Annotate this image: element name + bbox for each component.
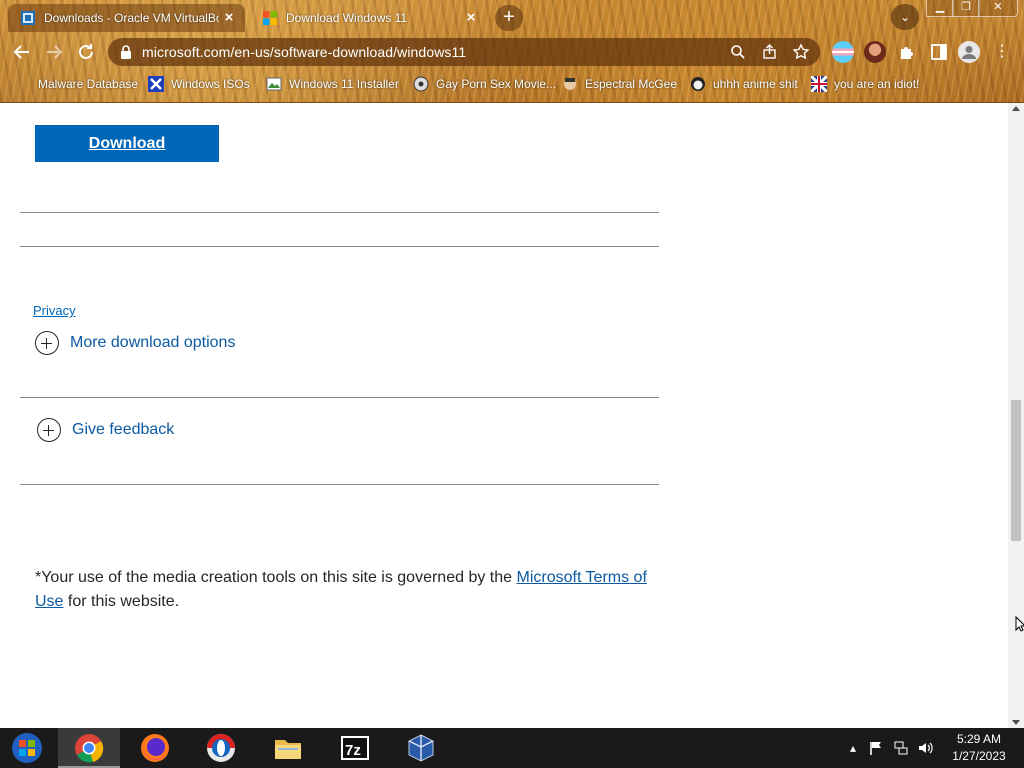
tab-search-button[interactable]: ⌄ <box>891 4 919 30</box>
bookmark-label: Espectral McGee <box>585 77 678 91</box>
terms-notice: *Your use of the media creation tools on… <box>35 566 665 614</box>
taskbar-virtualbox[interactable] <box>390 728 452 768</box>
address-bar[interactable]: microsoft.com/en-us/software-download/wi… <box>108 38 820 66</box>
virtualbox-icon <box>408 734 434 762</box>
bookmarks-bar: Malware Database Windows ISOs Windows 11… <box>0 72 1024 96</box>
microsoft-logo-icon <box>263 11 277 25</box>
bookmark-label: uhhh anime shit <box>713 77 798 91</box>
terms-suffix: for this website. <box>63 593 180 610</box>
x-favicon-icon <box>148 76 164 92</box>
bookmark-malware-database[interactable]: Malware Database <box>38 74 138 94</box>
virtualbox-favicon-icon <box>21 11 35 25</box>
bookmark-label: Windows ISOs <box>171 77 250 91</box>
more-download-options-label: More download options <box>70 334 236 351</box>
bookmark-label: Malware Database <box>38 77 139 91</box>
show-hidden-icons-chevron-icon[interactable]: ▴ <box>845 740 861 756</box>
flag-extension-icon[interactable] <box>832 41 854 63</box>
tab-title: Downloads - Oracle VM VirtualBox <box>44 11 219 25</box>
close-tab-icon[interactable]: × <box>463 10 479 26</box>
bookmark-espectral-mcgee[interactable]: Espectral McGee <box>562 74 677 94</box>
privacy-link[interactable]: Privacy <box>33 303 76 318</box>
bookmark-star-icon[interactable] <box>791 42 811 62</box>
give-feedback-expander[interactable]: Give feedback <box>37 418 174 442</box>
divider <box>20 212 659 213</box>
network-icon[interactable] <box>893 740 909 756</box>
scroll-up-arrow-icon[interactable] <box>1012 106 1020 111</box>
avatar-extension-icon[interactable] <box>864 41 886 63</box>
close-tab-icon[interactable]: × <box>221 10 237 26</box>
forward-button[interactable] <box>42 40 66 64</box>
minimize-window-button[interactable]: ▁ <box>926 0 954 17</box>
bookmark-movie-site[interactable]: Gay Porn Sex Movie... <box>413 74 556 94</box>
bookmark-label: Gay Porn Sex Movie... <box>436 77 557 91</box>
side-panel-icon[interactable] <box>928 41 950 63</box>
firefox-icon <box>141 734 169 762</box>
taskbar-chrome[interactable] <box>58 728 120 768</box>
profile-avatar-icon[interactable] <box>958 41 980 63</box>
tab-title: Download Windows 11 <box>286 11 408 25</box>
scrollbar-thumb[interactable] <box>1011 400 1021 541</box>
start-button[interactable] <box>0 728 62 768</box>
back-button[interactable] <box>10 40 34 64</box>
terms-prefix: *Your use of the media creation tools on… <box>35 569 517 586</box>
folder-icon <box>275 740 301 759</box>
page-viewport: Download Privacy More download options G… <box>0 103 1008 728</box>
close-window-button[interactable]: ✕ <box>978 0 1018 17</box>
bookmark-anime[interactable]: uhhh anime shit <box>690 74 798 94</box>
image-favicon-icon <box>266 77 282 91</box>
tab-download-windows-11[interactable]: Download Windows 11 × <box>250 4 487 32</box>
taskbar-7zip[interactable]: 7z <box>324 728 386 768</box>
taskbar-opera[interactable] <box>190 728 252 768</box>
clock-date: 1/27/2023 <box>952 749 1006 763</box>
share-icon[interactable] <box>760 42 780 62</box>
mouse-cursor-icon <box>1015 616 1024 632</box>
new-tab-button[interactable]: + <box>495 5 523 31</box>
volume-speaker-icon[interactable] <box>917 740 933 756</box>
more-download-options-expander[interactable]: More download options <box>35 331 235 355</box>
taskbar: 7z ▴ 5:29 AM 1/27/2023 <box>0 728 1024 768</box>
screen: Downloads - Oracle VM VirtualBox × Downl… <box>0 0 1024 768</box>
chrome-icon <box>75 734 104 763</box>
character-favicon-icon <box>564 78 576 90</box>
bookmark-label: you are an idiot! <box>834 77 920 91</box>
menu-kebab-icon[interactable]: ⋮ <box>990 40 1014 64</box>
clock-time: 5:29 AM <box>956 732 1002 746</box>
svg-text:7z: 7z <box>345 742 361 759</box>
7zip-icon: 7z <box>341 736 369 760</box>
anime-favicon-icon <box>691 77 705 91</box>
tab-virtualbox-downloads[interactable]: Downloads - Oracle VM VirtualBox × <box>8 4 245 32</box>
lock-icon <box>121 45 131 59</box>
bookmark-windows-11-installer[interactable]: Windows 11 Installer <box>266 74 399 94</box>
extensions-puzzle-icon[interactable] <box>896 41 918 63</box>
reload-button[interactable] <box>74 40 98 64</box>
restore-window-button[interactable]: ❐ <box>952 0 980 17</box>
page-scrollbar[interactable] <box>1008 103 1024 728</box>
scroll-down-arrow-icon[interactable] <box>1012 720 1020 725</box>
divider <box>20 246 659 247</box>
divider <box>20 397 659 398</box>
download-button[interactable]: Download <box>35 125 219 162</box>
forward-arrow-icon <box>47 45 63 59</box>
bookmark-label: Windows 11 Installer <box>289 77 399 91</box>
search-icon[interactable] <box>728 42 748 62</box>
disc-favicon-icon <box>413 76 429 92</box>
system-clock[interactable]: 5:29 AM 1/27/2023 <box>940 731 1018 765</box>
action-center-flag-icon[interactable] <box>868 740 884 756</box>
bookmark-windows-isos[interactable]: Windows ISOs <box>148 74 250 94</box>
divider <box>20 484 659 485</box>
plus-circle-icon <box>35 331 59 355</box>
taskbar-file-explorer[interactable] <box>257 728 319 768</box>
bookmark-you-are-an-idiot[interactable]: you are an idiot! <box>811 74 919 94</box>
union-flag-favicon-icon <box>811 76 827 92</box>
give-feedback-label: Give feedback <box>72 421 175 438</box>
browser-chrome: Downloads - Oracle VM VirtualBox × Downl… <box>0 0 1024 103</box>
taskbar-firefox[interactable] <box>124 728 186 768</box>
url-text: microsoft.com/en-us/software-download/wi… <box>142 44 467 60</box>
back-arrow-icon <box>13 45 29 59</box>
windows-orb-icon <box>12 733 42 763</box>
plus-circle-icon <box>37 418 61 442</box>
reload-icon <box>79 44 93 59</box>
opera-icon <box>207 734 235 762</box>
